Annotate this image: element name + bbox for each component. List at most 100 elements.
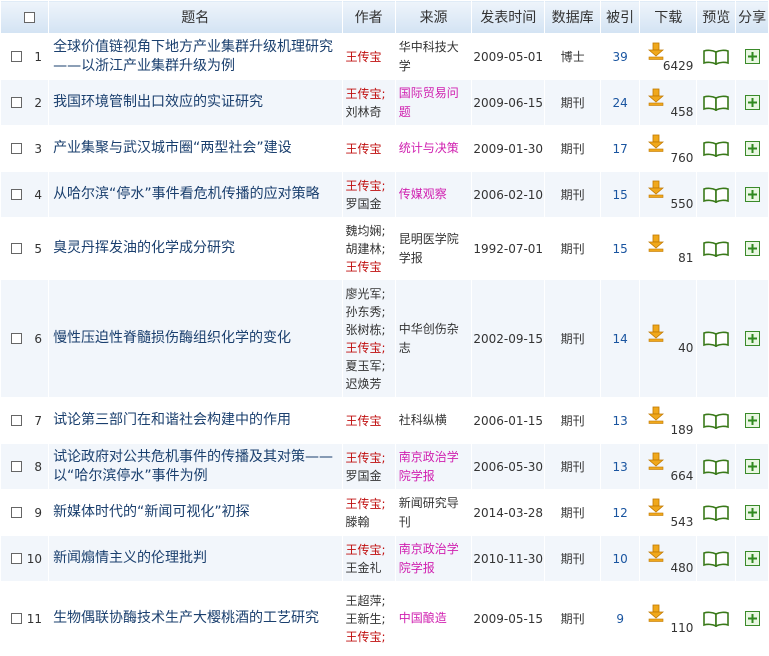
- cited-count-link[interactable]: 12: [600, 489, 641, 536]
- source-link[interactable]: 社科纵横: [394, 397, 473, 444]
- row-checkbox[interactable]: [11, 97, 22, 108]
- author-link[interactable]: 魏均娴;: [346, 222, 392, 240]
- author-link[interactable]: 廖光军;: [346, 285, 392, 303]
- article-title-link[interactable]: 从哈尔滨“停水”事件看危机传播的应对策略: [48, 171, 343, 218]
- col-title-header[interactable]: 题名: [48, 0, 343, 34]
- row-checkbox[interactable]: [11, 333, 22, 344]
- author-link[interactable]: 王金礼: [346, 559, 392, 577]
- col-cited-header[interactable]: 被引: [600, 0, 641, 34]
- author-link[interactable]: 王传宝;: [346, 339, 392, 357]
- cited-count-link[interactable]: 13: [600, 443, 641, 490]
- author-link[interactable]: 王传宝;: [346, 495, 392, 513]
- cited-count-link[interactable]: 10: [600, 535, 641, 582]
- preview-book-icon[interactable]: [703, 459, 730, 475]
- preview-book-icon[interactable]: [703, 611, 730, 627]
- source-link[interactable]: 传媒观察: [394, 171, 473, 218]
- cited-count-link[interactable]: 17: [600, 125, 641, 172]
- author-link[interactable]: 罗国金: [346, 195, 392, 213]
- author-link[interactable]: 王传宝;: [346, 541, 392, 559]
- row-checkbox[interactable]: [11, 613, 22, 624]
- author-link[interactable]: 迟焕芳: [346, 375, 392, 393]
- preview-book-icon[interactable]: [703, 49, 730, 65]
- article-title-link[interactable]: 我国环境管制出口效应的实证研究: [48, 79, 343, 126]
- article-title-link[interactable]: 全球价值链视角下地方产业集群升级机理研究——以浙江产业集群升级为例: [48, 33, 343, 80]
- share-plus-icon[interactable]: [744, 49, 760, 64]
- row-checkbox[interactable]: [11, 553, 22, 564]
- preview-book-icon[interactable]: [703, 413, 730, 429]
- cited-count-link[interactable]: 24: [600, 79, 641, 126]
- share-plus-icon[interactable]: [744, 187, 760, 202]
- preview-book-icon[interactable]: [703, 505, 730, 521]
- preview-book-icon[interactable]: [703, 95, 730, 111]
- share-plus-icon[interactable]: [744, 95, 760, 110]
- author-link[interactable]: 刘林奇: [346, 103, 392, 121]
- cited-count-link[interactable]: 14: [600, 279, 641, 398]
- author-link[interactable]: 王传宝: [346, 140, 392, 158]
- author-link[interactable]: 夏玉军;: [346, 357, 392, 375]
- author-link[interactable]: 王传宝: [346, 48, 392, 66]
- article-title-link[interactable]: 生物偶联协酶技术生产大樱桃酒的工艺研究: [48, 581, 343, 656]
- select-all-checkbox[interactable]: [24, 11, 36, 23]
- share-plus-icon[interactable]: [744, 331, 760, 346]
- share-plus-icon[interactable]: [744, 413, 760, 428]
- cited-count-link[interactable]: 15: [600, 217, 641, 280]
- source-link[interactable]: 华中科技大学: [394, 33, 473, 80]
- source-link[interactable]: 南京政治学院学报: [394, 535, 473, 582]
- row-checkbox[interactable]: [11, 189, 22, 200]
- article-title-link[interactable]: 新媒体时代的“新闻可视化”初探: [48, 489, 343, 536]
- row-checkbox[interactable]: [11, 461, 22, 472]
- col-source-header[interactable]: 来源: [394, 0, 473, 34]
- source-link[interactable]: 国际贸易问题: [394, 79, 473, 126]
- author-link[interactable]: 王传宝: [346, 412, 392, 430]
- source-link[interactable]: 昆明医学院学报: [394, 217, 473, 280]
- share-plus-icon[interactable]: [744, 141, 760, 156]
- database-type: 期刊: [543, 79, 602, 126]
- author-link[interactable]: 王传宝;: [346, 85, 392, 103]
- preview-book-icon[interactable]: [703, 141, 730, 157]
- author-link[interactable]: 王超萍;: [346, 592, 392, 610]
- share-plus-icon[interactable]: [744, 505, 760, 520]
- source-link[interactable]: 统计与决策: [394, 125, 473, 172]
- article-title-link[interactable]: 产业集聚与武汉城市圈“两型社会”建设: [48, 125, 343, 172]
- share-plus-icon[interactable]: [744, 459, 760, 474]
- author-link[interactable]: 胡建林;: [346, 240, 392, 258]
- author-link[interactable]: 王传宝;: [346, 177, 392, 195]
- col-date-header[interactable]: 发表时间: [471, 0, 545, 34]
- col-database-header[interactable]: 数据库: [543, 0, 602, 34]
- share-plus-icon[interactable]: [744, 241, 760, 256]
- author-link[interactable]: 王新生;: [346, 610, 392, 628]
- row-checkbox[interactable]: [11, 415, 22, 426]
- article-title-link[interactable]: 新闻煽情主义的伦理批判: [48, 535, 343, 582]
- preview-book-icon[interactable]: [703, 551, 730, 567]
- cited-count-link[interactable]: 13: [600, 397, 641, 444]
- source-link[interactable]: 南京政治学院学报: [394, 443, 473, 490]
- download-count: 480: [670, 560, 694, 575]
- share-plus-icon[interactable]: [744, 551, 760, 566]
- preview-book-icon[interactable]: [703, 241, 730, 257]
- row-checkbox[interactable]: [11, 507, 22, 518]
- col-author-header[interactable]: 作者: [341, 0, 396, 34]
- article-title-link[interactable]: 试论第三部门在和谐社会构建中的作用: [48, 397, 343, 444]
- author-link[interactable]: 王传宝: [346, 258, 392, 276]
- cited-count-link[interactable]: 39: [600, 33, 641, 80]
- row-checkbox[interactable]: [11, 51, 22, 62]
- author-link[interactable]: 王传宝;: [346, 449, 392, 467]
- author-link[interactable]: 孙东秀;: [346, 303, 392, 321]
- source-link[interactable]: 中国酿造: [394, 581, 473, 656]
- article-title-link[interactable]: 慢性压迫性脊髓损伤酶组织化学的变化: [48, 279, 343, 398]
- author-link[interactable]: 张树栋;: [346, 321, 392, 339]
- cited-count-link[interactable]: 15: [600, 171, 641, 218]
- row-checkbox[interactable]: [11, 243, 22, 254]
- author-link[interactable]: 滕翰: [346, 513, 392, 531]
- author-link[interactable]: 罗国金: [346, 467, 392, 485]
- col-download-header[interactable]: 下载: [639, 0, 698, 34]
- row-checkbox[interactable]: [11, 143, 22, 154]
- article-title-link[interactable]: 臭灵丹挥发油的化学成分研究: [48, 217, 343, 280]
- cited-count-link[interactable]: 9: [600, 581, 641, 656]
- source-link[interactable]: 中华创伤杂志: [394, 279, 473, 398]
- preview-book-icon[interactable]: [703, 331, 730, 347]
- preview-book-icon[interactable]: [703, 187, 730, 203]
- source-link[interactable]: 新闻研究导刊: [394, 489, 473, 536]
- article-title-link[interactable]: 试论政府对公共危机事件的传播及其对策——以“哈尔滨停水”事件为例: [48, 443, 343, 490]
- share-plus-icon[interactable]: [744, 611, 760, 626]
